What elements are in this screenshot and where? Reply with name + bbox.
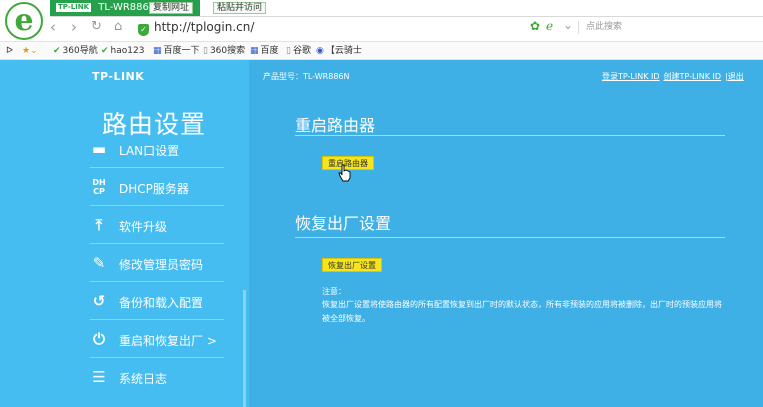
sidebar-item-lan[interactable]: ▬ LAN口设置 <box>90 130 224 168</box>
home-icon[interactable]: ⌂ <box>114 18 122 36</box>
bookmark-360search[interactable]: ▯ 360搜索 <box>203 44 245 58</box>
bookmark-yunqishi[interactable]: ◉ 【云骑士 <box>316 44 362 58</box>
browser-toolbar: e TP-LINK TL-WR886N 复制网址 粘贴并访问 ‹ › ↻ ⌂ ✓… <box>0 0 763 41</box>
favorites-star-icon[interactable]: ★⌄ <box>22 44 38 58</box>
factory-reset-button-label: 恢复出厂设置 <box>328 261 376 270</box>
browser-logo-icon[interactable]: e <box>5 2 43 40</box>
router-admin-page: TP-LINK 路由设置 ▬ LAN口设置 DH CP DHCP服务器 ⤒ 软件升… <box>0 60 763 407</box>
sidebar-scrollbar[interactable] <box>243 290 246 407</box>
factory-section-title: 恢复出厂设置 <box>295 214 392 233</box>
note-body: 恢复出厂设置将使路由器的所有配置恢复到出厂时的默认状态，所有非预装的应用将被删除… <box>322 300 722 323</box>
reboot-section-divider <box>295 135 725 136</box>
bookmark-360nav[interactable]: ✔ 360导航 <box>53 44 98 58</box>
address-divider <box>578 21 579 34</box>
tab-title: TL-WR886N <box>98 2 157 13</box>
bookmark-label: 谷歌 <box>292 46 311 56</box>
yunqishi-icon: ◉ <box>316 46 324 56</box>
model-label: 产品型号：TL-WR886N <box>263 72 350 81</box>
bookmark-label: 360导航 <box>62 46 98 56</box>
sidebar-item-label: 修改管理员密码 <box>119 258 204 272</box>
paste-go-button[interactable]: 粘贴并访问 <box>213 2 267 14</box>
back-icon[interactable]: ‹ <box>50 18 56 36</box>
search-placeholder: 点此搜索 <box>586 22 623 32</box>
page-icon: ▯ <box>286 46 291 56</box>
sidebar-item-label: LAN口设置 <box>119 144 180 158</box>
reboot-section-title: 重启路由器 <box>295 116 376 135</box>
bookmark-baidu-search[interactable]: ▦ 百度一下 <box>153 44 200 58</box>
bookmark-hao123[interactable]: ✔ hao123 <box>101 44 144 58</box>
chevron-down-icon[interactable]: ⌄ <box>563 18 573 32</box>
dhcp-icon: DH CP <box>92 178 106 196</box>
lan-icon: ▬ <box>91 140 107 158</box>
page-icon: ▯ <box>203 46 208 56</box>
factory-reset-button[interactable]: 恢复出厂设置 <box>322 258 382 272</box>
upload-icon: ⤒ <box>95 216 103 234</box>
sidebar-item-label: 备份和载入配置 <box>119 296 204 310</box>
hand-cursor-icon <box>338 164 351 182</box>
list-icon: ☰ <box>92 368 106 386</box>
bookmark-label: 百度一下 <box>163 46 200 56</box>
bookmark-baidu[interactable]: ▦ 百度 <box>250 44 279 58</box>
pencil-icon: ✎ <box>92 254 106 272</box>
bookmark-label: 百度 <box>260 46 279 56</box>
copy-url-label: 复制网址 <box>153 3 190 13</box>
sidebar-item-label: 重启和恢复出厂 > <box>119 334 217 348</box>
bookmark-google[interactable]: ▯ 谷歌 <box>286 44 311 58</box>
login-tplink-id-link[interactable]: 登录TP-LINK ID <box>602 72 660 81</box>
sidebar-item-reboot[interactable]: ⏻ 重启和恢复出厂 > <box>90 320 224 358</box>
sidebar-item-label: 系统日志 <box>119 372 168 386</box>
sidebar-item-backup[interactable]: ↺ 备份和载入配置 <box>90 282 224 320</box>
factory-section-divider <box>295 237 725 238</box>
bookmark-label: hao123 <box>110 46 145 56</box>
bookmark-label: 【云骑士 <box>325 46 362 56</box>
secure-shield-icon: ✓ <box>138 24 149 36</box>
forward-icon[interactable]: › <box>71 18 77 36</box>
power-icon: ⏻ <box>93 330 105 348</box>
logout-link[interactable]: |退出 <box>725 72 744 81</box>
reload-icon[interactable]: ↻ <box>91 18 102 36</box>
sidebar-item-dhcp[interactable]: DH CP DHCP服务器 <box>90 168 224 206</box>
bookmarks-bar: ᐅ ★⌄ ✔ 360导航 ✔ hao123 ▦ 百度一下 ▯ 360搜索 ▦ 百度 ▯ 谷歌… <box>0 41 763 60</box>
address-bar[interactable]: ✓ http://tplogin.cn/ <box>138 18 578 36</box>
extension-e-icon[interactable]: ℯ <box>546 19 553 33</box>
create-tplink-id-link[interactable]: 创建TP-LINK ID <box>664 72 722 81</box>
extension-gear-icon[interactable]: ✿ <box>530 19 540 33</box>
copy-url-button[interactable]: 复制网址 <box>149 2 194 14</box>
account-links: 登录TP-LINK ID 创建TP-LINK ID |退出 <box>602 71 748 82</box>
sidebar-toggle-icon[interactable]: ᐅ <box>6 44 13 58</box>
tabbar-divider <box>50 16 763 17</box>
bookmark-check-icon: ✔ <box>53 46 61 56</box>
sidebar-item-password[interactable]: ✎ 修改管理员密码 <box>90 244 224 282</box>
baidu-paw-icon: ▦ <box>250 46 259 56</box>
sidebar-item-label: 软件升级 <box>119 220 168 234</box>
bookmark-check-icon: ✔ <box>101 46 109 56</box>
tab-favicon: TP-LINK <box>56 3 92 12</box>
note-title: 注意： <box>322 287 346 296</box>
sidebar-item-syslog[interactable]: ☰ 系统日志 <box>90 358 224 396</box>
sidebar-item-upgrade[interactable]: ⤒ 软件升级 <box>90 206 224 244</box>
sidebar: TP-LINK 路由设置 ▬ LAN口设置 DH CP DHCP服务器 ⤒ 软件升… <box>0 60 249 407</box>
bookmark-label: 360搜索 <box>209 46 246 56</box>
sidebar-item-label: DHCP服务器 <box>119 182 189 196</box>
address-text: http://tplogin.cn/ <box>154 20 255 34</box>
history-icon: ↺ <box>92 292 106 310</box>
paste-go-label: 粘贴并访问 <box>217 3 263 13</box>
search-input[interactable]: 点此搜索 <box>582 18 763 36</box>
baidu-paw-icon: ▦ <box>153 46 162 56</box>
tp-link-logo: TP-LINK <box>92 70 145 83</box>
